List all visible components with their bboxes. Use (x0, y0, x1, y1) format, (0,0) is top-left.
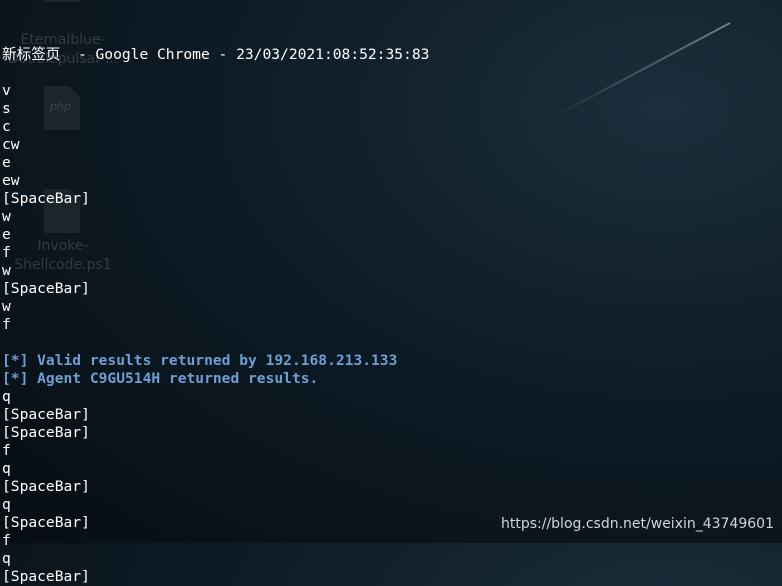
keystroke-line: [SpaceBar] (2, 568, 90, 585)
keystroke-line: [SpaceBar] (2, 514, 90, 531)
keystroke-line: [SpaceBar] (2, 478, 90, 495)
keystroke-line: f (2, 244, 11, 261)
keystroke-line: w (2, 298, 11, 315)
keystroke-line: ew (2, 172, 20, 189)
keystroke-line: cw (2, 136, 20, 153)
keystroke-line: v (2, 82, 11, 99)
info-line: [*] Valid results returned by 192.168.21… (2, 352, 398, 369)
keystroke-line: [SpaceBar] (2, 406, 90, 423)
keystroke-line: e (2, 154, 11, 171)
keystroke-line: w (2, 262, 11, 279)
keystroke-line: f (2, 316, 11, 333)
keystroke-line: q (2, 496, 11, 513)
keystroke-line: [SpaceBar] (2, 190, 90, 207)
keystroke-line: q (2, 388, 11, 405)
keylogger-output: 新标签页 - Google Chrome - 23/03/2021:08:52:… (2, 10, 429, 586)
keystroke-line: q (2, 460, 11, 477)
file-icon (44, 0, 80, 2)
keystroke-line: w (2, 208, 11, 225)
keystroke-line: e (2, 226, 11, 243)
window-title-line: 新标签页 - Google Chrome - 23/03/2021:08:52:… (2, 46, 430, 63)
watermark: https://blog.csdn.net/weixin_43749601 (500, 516, 774, 532)
keystroke-line: f (2, 532, 11, 549)
keystroke-line: [SpaceBar] (2, 280, 90, 297)
keystroke-line: f (2, 442, 11, 459)
keystroke-line: s (2, 100, 11, 117)
keystroke-line: [SpaceBar] (2, 424, 90, 441)
keystroke-line: c (2, 118, 11, 135)
keystroke-line: q (2, 550, 11, 567)
info-line: [*] Agent C9GU514H returned results. (2, 370, 319, 387)
wallpaper-streak (561, 22, 731, 114)
